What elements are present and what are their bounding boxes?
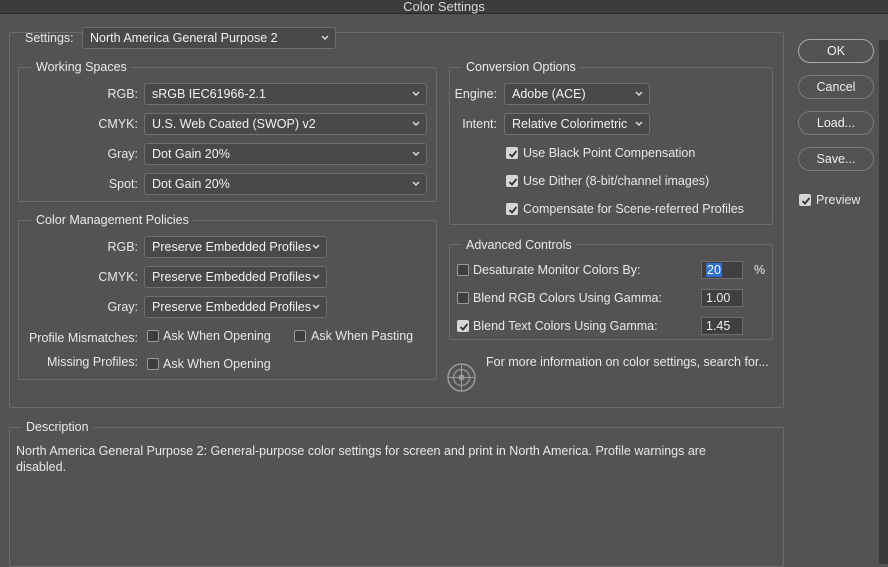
chevron-down-icon [635, 121, 643, 126]
policies-title: Color Management Policies [32, 213, 193, 227]
engine-value: Adobe (ACE) [512, 87, 586, 101]
dither-label: Use Dither (8-bit/channel images) [523, 174, 710, 188]
chevron-down-icon [312, 244, 320, 249]
save-button[interactable]: Save... [798, 147, 874, 171]
description-title: Description [22, 420, 93, 434]
checkmark-icon [508, 206, 518, 214]
chevron-down-icon [312, 304, 320, 309]
cancel-button[interactable]: Cancel [798, 75, 874, 99]
policy-rgb-select[interactable]: Preserve Embedded Profiles [144, 236, 327, 258]
chevron-down-icon [321, 35, 329, 40]
ws-spot-value: Dot Gain 20% [152, 177, 230, 191]
save-button-label: Save... [816, 152, 856, 166]
desaturate-value: 20 [706, 263, 722, 277]
ws-cmyk-value: U.S. Web Coated (SWOP) v2 [152, 117, 316, 131]
profile-mismatches-label: Profile Mismatches: [28, 331, 138, 345]
desaturate-input[interactable]: 20 [701, 261, 743, 279]
ask-when-opening-checkbox[interactable] [147, 330, 159, 342]
policy-rgb-value: Preserve Embedded Profiles [152, 240, 312, 254]
checkmark-icon [801, 197, 811, 205]
blend-text-input[interactable]: 1.45 [701, 317, 743, 335]
settings-select[interactable]: North America General Purpose 2 [82, 27, 336, 49]
intent-label: Intent: [462, 117, 497, 131]
ws-cmyk-label: CMYK: [98, 117, 138, 131]
dither-checkbox[interactable] [506, 175, 518, 187]
black-point-label: Use Black Point Compensation [523, 146, 696, 160]
desaturate-label: Desaturate Monitor Colors By: [473, 263, 641, 277]
blend-text-label: Blend Text Colors Using Gamma: [473, 319, 658, 333]
engine-select[interactable]: Adobe (ACE) [504, 83, 650, 105]
checkmark-icon [508, 150, 518, 158]
load-button[interactable]: Load... [798, 111, 874, 135]
ws-spot-label: Spot: [108, 177, 138, 191]
chevron-down-icon [635, 91, 643, 96]
working-spaces-title: Working Spaces [32, 60, 131, 74]
ws-spot-select[interactable]: Dot Gain 20% [144, 173, 427, 195]
window-title-bar: Color Settings [0, 0, 888, 14]
chevron-down-icon [412, 121, 420, 126]
policy-cmyk-value: Preserve Embedded Profiles [152, 270, 312, 284]
missing-ask-when-opening-checkbox[interactable] [147, 358, 159, 370]
blend-rgb-input[interactable]: 1.00 [701, 289, 743, 307]
policy-gray-select[interactable]: Preserve Embedded Profiles [144, 296, 327, 318]
ws-rgb-label: RGB: [107, 87, 138, 101]
blend-rgb-value: 1.00 [706, 291, 731, 305]
policy-gray-value: Preserve Embedded Profiles [152, 300, 312, 314]
cancel-button-label: Cancel [816, 80, 856, 94]
policy-cmyk-label: CMYK: [98, 270, 138, 284]
intent-value: Relative Colorimetric [512, 117, 628, 131]
chevron-down-icon [412, 181, 420, 186]
ok-button[interactable]: OK [798, 39, 874, 63]
blend-rgb-label: Blend RGB Colors Using Gamma: [473, 291, 662, 305]
window-edge [879, 40, 888, 564]
ws-rgb-select[interactable]: sRGB IEC61966-2.1 [144, 83, 427, 105]
preview-checkbox[interactable] [799, 194, 811, 206]
missing-profiles-label: Missing Profiles: [47, 355, 138, 369]
ws-rgb-value: sRGB IEC61966-2.1 [152, 87, 266, 101]
blend-text-value: 1.45 [706, 319, 731, 333]
scene-referred-label: Compensate for Scene-referred Profiles [523, 202, 744, 216]
preview-label: Preview [816, 193, 861, 207]
policy-gray-label: Gray: [107, 300, 138, 314]
policy-cmyk-select[interactable]: Preserve Embedded Profiles [144, 266, 327, 288]
checkmark-icon [459, 323, 469, 331]
load-button-label: Load... [816, 116, 856, 130]
ws-gray-value: Dot Gain 20% [152, 147, 230, 161]
blend-text-checkbox[interactable] [457, 320, 469, 332]
color-wheel-icon [447, 363, 476, 392]
chevron-down-icon [412, 151, 420, 156]
missing-ask-when-opening-label: Ask When Opening [163, 357, 271, 371]
blend-rgb-checkbox[interactable] [457, 292, 469, 304]
settings-label: Settings: [25, 31, 74, 45]
desaturate-unit: % [754, 263, 766, 277]
ws-gray-label: Gray: [107, 147, 138, 161]
checkmark-icon [508, 178, 518, 186]
policy-rgb-label: RGB: [107, 240, 138, 254]
ask-when-opening-label: Ask When Opening [163, 329, 271, 343]
ok-button-label: OK [826, 44, 846, 58]
info-text: For more information on color settings, … [486, 355, 769, 369]
ask-when-pasting-label: Ask When Pasting [311, 329, 414, 343]
engine-label: Engine: [454, 87, 497, 101]
description-text: North America General Purpose 2: General… [16, 444, 706, 474]
settings-select-value: North America General Purpose 2 [90, 31, 278, 45]
conversion-options-title: Conversion Options [462, 60, 580, 74]
desaturate-checkbox[interactable] [457, 264, 469, 276]
ws-gray-select[interactable]: Dot Gain 20% [144, 143, 427, 165]
ask-when-pasting-checkbox[interactable] [294, 330, 306, 342]
advanced-controls-title: Advanced Controls [462, 238, 576, 252]
intent-select[interactable]: Relative Colorimetric [504, 113, 650, 135]
window-title: Color Settings [403, 0, 485, 14]
chevron-down-icon [412, 91, 420, 96]
chevron-down-icon [312, 274, 320, 279]
black-point-checkbox[interactable] [506, 147, 518, 159]
scene-referred-checkbox[interactable] [506, 203, 518, 215]
ws-cmyk-select[interactable]: U.S. Web Coated (SWOP) v2 [144, 113, 427, 135]
